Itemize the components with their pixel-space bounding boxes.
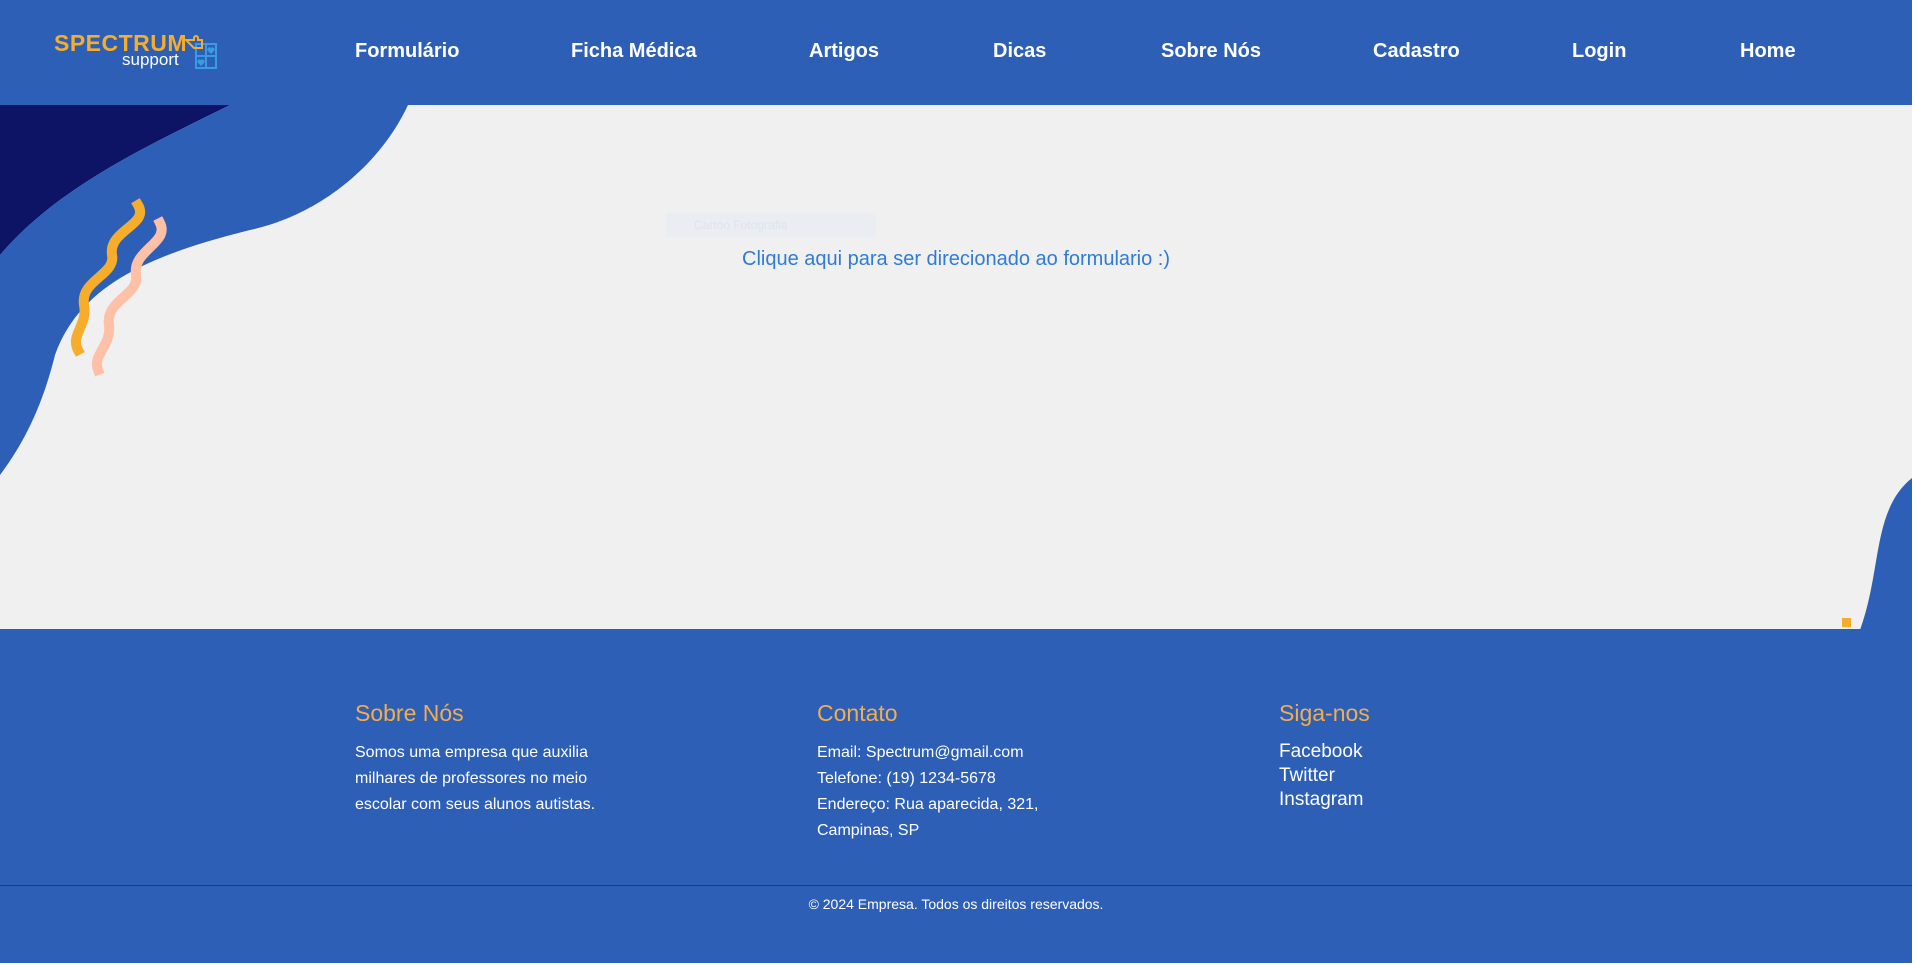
nav-link-home[interactable]: Home	[1740, 40, 1796, 63]
footer-contact-address: Endereço: Rua aparecida, 321,	[817, 796, 1039, 813]
footer-about-section: Sobre Nós Somos uma empresa que auxilia …	[355, 700, 595, 818]
footer-social-title: Siga-nos	[1279, 700, 1370, 726]
page: SPECTRUM support Formulário Ficha Médica…	[0, 0, 1912, 963]
footer-about-line: escolar com seus alunos autistas.	[355, 796, 596, 813]
footer-contact-section: Contato Email: Spectrum@gmail.com Telefo…	[817, 700, 1038, 844]
site-header: SPECTRUM support Formulário Ficha Médica…	[0, 0, 1912, 105]
footer-about-line: Somos uma empresa que auxilia	[355, 744, 589, 761]
form-redirect-link[interactable]: Clique aqui para ser direcionado ao form…	[742, 248, 1170, 271]
footer-social-section: Siga-nos Facebook Twitter Instagram	[1279, 700, 1370, 812]
decorative-wave-shape	[0, 105, 408, 475]
footer-contact-city: Campinas, SP	[817, 822, 920, 839]
footer-about-title: Sobre Nós	[355, 700, 464, 726]
site-footer: Sobre Nós Somos uma empresa que auxilia …	[0, 629, 1912, 963]
footer-about-line: milhares de professores no meio	[355, 770, 588, 787]
twitter-link[interactable]: Twitter	[1279, 764, 1370, 788]
footer-contact-email: Email: Spectrum@gmail.com	[817, 744, 1024, 761]
nav-link-login[interactable]: Login	[1572, 40, 1626, 63]
footer-contact-phone: Telefone: (19) 1234-5678	[817, 770, 996, 787]
facebook-link[interactable]: Facebook	[1279, 740, 1370, 764]
instagram-link[interactable]: Instagram	[1279, 788, 1370, 812]
footer-contact-title: Contato	[817, 700, 898, 726]
faded-image-caption: Cartoo Fotografia	[666, 213, 876, 237]
nav-link-dicas[interactable]: Dicas	[993, 40, 1046, 63]
nav-link-formulario[interactable]: Formulário	[355, 40, 459, 63]
decorative-right-wave	[1842, 478, 1912, 630]
footer-copyright: © 2024 Empresa. Todos os direitos reserv…	[808, 896, 1104, 912]
footer-divider	[0, 885, 1912, 886]
logo-subtitle: support	[122, 50, 179, 69]
nav-link-sobre-nos[interactable]: Sobre Nós	[1161, 40, 1261, 63]
puzzle-heart-icon	[183, 35, 217, 69]
nav-link-artigos[interactable]: Artigos	[809, 40, 879, 63]
nav-link-cadastro[interactable]: Cadastro	[1373, 40, 1460, 63]
site-logo[interactable]: SPECTRUM support	[54, 30, 224, 76]
nav-link-ficha-medica[interactable]: Ficha Médica	[571, 40, 697, 63]
